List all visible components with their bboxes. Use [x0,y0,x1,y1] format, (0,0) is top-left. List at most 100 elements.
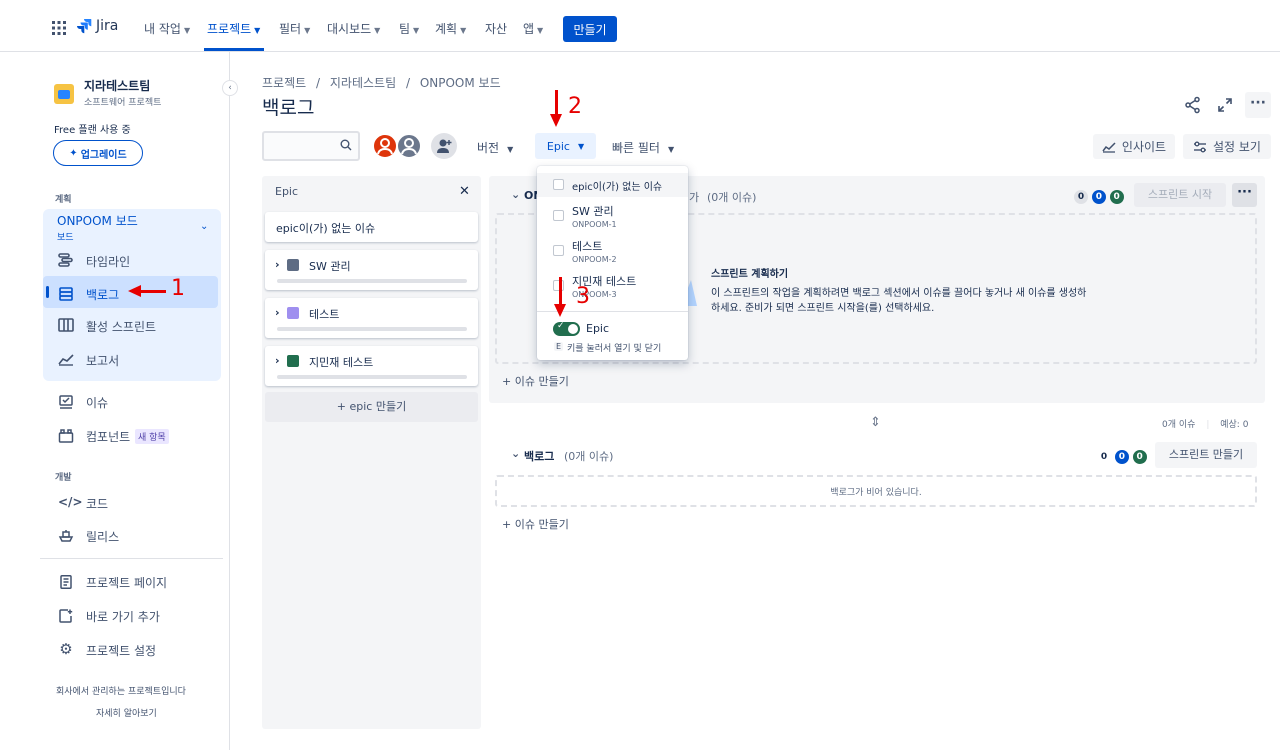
chevron-right-icon[interactable]: › [275,306,280,319]
nav-dashboards[interactable]: 대시보드 ▼ [327,20,380,37]
sidebar-item-components[interactable]: 컴포넌트 [86,428,130,445]
sidebar-item-releases[interactable]: 릴리스 [86,528,119,545]
share-icon[interactable] [1184,96,1202,114]
insight-button[interactable]: 인사이트 [1093,134,1175,159]
shortcut-hint: 키를 눌러서 열기 및 닫기 [567,344,662,354]
epic-card[interactable]: › 테스트 [265,298,478,338]
sidebar-item-active-sprint[interactable]: 활성 스프린트 [86,318,156,335]
sidebar-item-issues[interactable]: 이슈 [86,394,108,411]
sprint-create-issue[interactable]: + 이슈 만들기 [502,373,569,389]
add-people-button[interactable] [431,133,457,159]
avatar[interactable] [372,133,398,159]
nav-active-indicator [204,48,264,51]
nav-my-work[interactable]: 내 작업 ▼ [144,20,190,37]
chevron-right-icon[interactable]: › [275,354,280,367]
start-sprint-button[interactable]: 스프린트 시작 [1134,183,1226,207]
nav-assets[interactable]: 자산 [485,20,507,37]
nav-plans[interactable]: 계획 ▼ [435,20,466,37]
epic-color-swatch [287,259,299,271]
backlog-drop-zone: 백로그가 비어 있습니다. [495,475,1257,507]
checkbox[interactable] [553,245,564,256]
learn-more-link[interactable]: 자세히 알아보기 [96,706,157,719]
dropdown-option-epic[interactable]: SW 관리 ONPOOM-1 [537,201,688,233]
epic-panel-toggle[interactable]: ✓ [553,321,580,336]
chevron-down-icon[interactable]: ⌄ [511,447,520,460]
avatar[interactable] [396,133,422,159]
breadcrumb-board[interactable]: ONPOOM 보드 [420,76,501,90]
create-button[interactable]: 만들기 [563,16,617,42]
fullscreen-icon[interactable] [1217,97,1233,113]
backlog-title: 백로그 [524,450,555,463]
create-epic-button[interactable]: + epic 만들기 [265,392,478,422]
project-name[interactable]: 지라테스트팀 [84,77,150,94]
board-selector[interactable]: ONPOOM 보드 [57,212,138,229]
chevron-down-icon: ▼ [507,145,514,154]
nav-projects[interactable]: 프로젝트 ▼ [207,20,260,37]
nav-teams[interactable]: 팀 ▼ [399,20,419,37]
sidebar-item-reports[interactable]: 보고서 [86,352,119,369]
sidebar-divider [40,558,223,559]
sidebar-collapse-button[interactable]: ‹ [222,80,238,96]
version-filter[interactable]: 버전 ▼ [477,139,513,156]
chevron-down-icon: ▼ [577,141,585,151]
close-icon[interactable]: ✕ [459,184,470,199]
sprint-issue-count: (0개 이슈) [707,191,757,204]
breadcrumb-separator: / [316,76,321,90]
jira-logo[interactable]: Jira [76,18,118,34]
dropdown-option-no-epic[interactable]: epic이(가) 없는 이슈 [537,173,688,197]
annotation-number-1: 1 [171,276,185,301]
breadcrumb-projects[interactable]: 프로젝트 [262,76,306,90]
more-actions-button[interactable]: ··· [1245,92,1271,118]
todo-count: 0 [1097,450,1111,464]
annotation-arrowhead-1 [128,285,141,297]
checkbox[interactable] [553,179,564,190]
sprint-status-counts: 0 0 0 [1074,188,1124,204]
sprint-plan-title: 스프린트 계획하기 [711,269,789,280]
chevron-right-icon[interactable]: › [275,258,280,271]
view-settings-button[interactable]: 설정 보기 [1183,134,1271,159]
sidebar-item-project-settings[interactable]: 프로젝트 설정 [86,642,156,659]
nav-apps[interactable]: 앱 ▼ [523,20,543,37]
shortcut-key: E [554,342,564,351]
epic-card[interactable]: › 지민재 테스트 [265,346,478,386]
project-sidebar: ‹ 지라테스트팀 소프트웨어 프로젝트 Free 플랜 사용 중 ✦ 업그레이드… [0,52,238,750]
quick-filter[interactable]: 빠른 필터 ▼ [612,139,674,156]
breadcrumb-project[interactable]: 지라테스트팀 [330,76,396,90]
sidebar-item-backlog[interactable]: 백로그 [86,286,119,303]
backlog-create-issue[interactable]: + 이슈 만들기 [502,516,569,532]
project-avatar[interactable] [54,84,74,104]
resize-handle-icon[interactable]: ⇕ [870,415,881,430]
checkbox[interactable] [553,210,564,221]
sidebar-item-add-shortcut[interactable]: 바로 가기 추가 [86,608,160,625]
nav-filters[interactable]: 필터 ▼ [279,20,310,37]
sprint-more-button[interactable]: ··· [1232,183,1257,207]
epic-card[interactable]: › SW 관리 [265,250,478,290]
app-switcher-icon[interactable] [52,21,66,35]
search-input[interactable] [262,131,360,161]
sidebar-item-project-pages[interactable]: 프로젝트 페이지 [86,574,167,591]
dropdown-option-epic[interactable]: 테스트 ONPOOM-2 [537,236,688,268]
upgrade-button[interactable]: ✦ 업그레이드 [53,140,143,166]
sidebar-item-code[interactable]: 코드 [86,495,108,512]
epic-progress-bar [277,327,467,331]
code-icon: </> [58,495,83,509]
no-epic-card[interactable]: epic이(가) 없는 이슈 [265,212,478,242]
new-badge: 새 항목 [135,429,169,444]
backlog-empty-text: 백로그가 비어 있습니다. [830,488,922,498]
breadcrumb: 프로젝트 / 지라테스트팀 / ONPOOM 보드 [262,74,501,91]
epic-panel-title: Epic [275,185,299,198]
issue-total: 0개 이슈 [1162,420,1196,430]
sidebar-item-timeline[interactable]: 타임라인 [86,253,130,270]
epic-progress-bar [277,279,467,283]
chevron-down-icon[interactable]: ⌄ [200,221,208,232]
sprint-board-icon [58,318,74,332]
chevron-down-icon[interactable]: ⌄ [511,188,520,201]
top-navigation: Jira 내 작업 ▼ 프로젝트 ▼ 필터 ▼ 대시보드 ▼ 팀 ▼ 계획 ▼ 자산 앱 ▼ … [0,0,1280,52]
timeline-icon [58,253,74,267]
managed-project-text: 회사에서 관리하는 프로젝트입니다 [56,687,186,697]
create-sprint-button[interactable]: 스프린트 만들기 [1155,442,1257,468]
epic-filter-button[interactable]: Epic ▼ [535,133,596,159]
add-person-icon [437,139,452,153]
sliders-icon [1194,141,1206,152]
annotation-arrowhead-2 [550,114,562,127]
